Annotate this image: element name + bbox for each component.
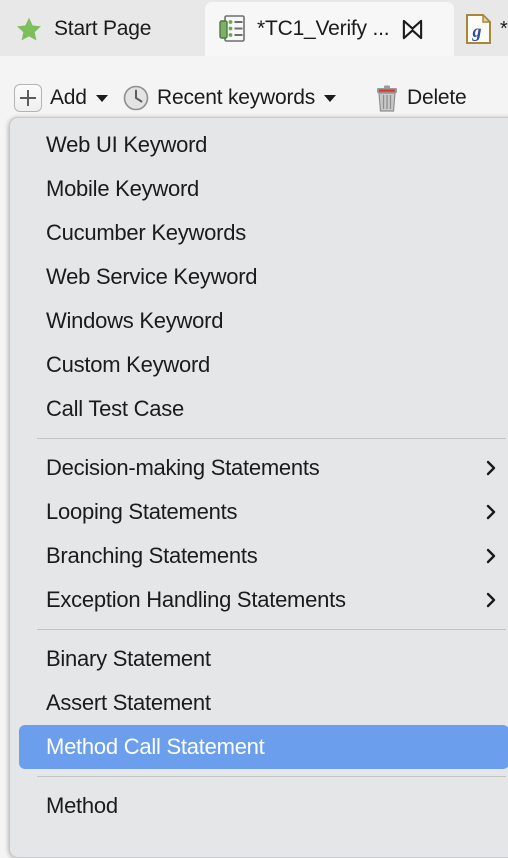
menu-item-call-test-case[interactable]: Call Test Case: [19, 387, 508, 431]
menu-item-method[interactable]: Method: [19, 784, 508, 828]
delete-button-label: Delete: [407, 86, 467, 109]
add-button-label: Add: [50, 86, 87, 109]
menu-item-label: Decision-making Statements: [46, 455, 320, 480]
add-dropdown-menu: Web UI Keyword Mobile Keyword Cucumber Key…: [9, 117, 508, 858]
menu-item-label: Method Call Statement: [46, 734, 265, 759]
trash-icon: [375, 85, 399, 112]
menu-item-label: Call Test Case: [46, 396, 184, 421]
application-window: Start Page *TC1_Verify ... g * Add Recen…: [0, 0, 508, 858]
menu-item-method-call-statement[interactable]: Method Call Statement: [19, 725, 508, 769]
menu-item-label: Cucumber Keywords: [46, 220, 246, 245]
tab-start-page-label: Start Page: [54, 17, 152, 40]
recent-keywords-label: Recent keywords: [157, 86, 316, 109]
tab-start-page[interactable]: Start Page: [0, 2, 205, 56]
close-icon[interactable]: [401, 18, 424, 41]
menu-item-web-service-keyword[interactable]: Web Service Keyword: [19, 255, 508, 299]
keyword-toolbar: Add Recent keywords Delete: [0, 56, 508, 167]
test-case-icon: [219, 15, 245, 43]
menu-item-mobile-keyword[interactable]: Mobile Keyword: [19, 167, 508, 211]
plus-icon: [14, 84, 42, 112]
delete-button[interactable]: Delete: [375, 81, 467, 115]
groovy-file-icon: g: [466, 13, 492, 44]
menu-item-label: Exception Handling Statements: [46, 587, 346, 612]
tab-test-case-tc1[interactable]: *TC1_Verify ...: [205, 2, 454, 56]
menu-item-decision-making-statements[interactable]: Decision-making Statements: [19, 446, 508, 490]
menu-item-cucumber-keywords[interactable]: Cucumber Keywords: [19, 211, 508, 255]
menu-item-label: Assert Statement: [46, 690, 211, 715]
menu-separator: [37, 438, 506, 439]
menu-separator: [37, 776, 506, 777]
tab-test-case-tc1-label: *TC1_Verify ...: [257, 17, 390, 40]
chevron-down-icon[interactable]: [324, 94, 337, 102]
menu-item-branching-statements[interactable]: Branching Statements: [19, 534, 508, 578]
menu-item-label: Branching Statements: [46, 543, 258, 568]
menu-item-label: Web Service Keyword: [46, 264, 258, 289]
menu-item-assert-statement[interactable]: Assert Statement: [19, 681, 508, 725]
menu-item-label: Mobile Keyword: [46, 176, 200, 201]
chevron-right-icon: [486, 592, 496, 608]
menu-item-windows-keyword[interactable]: Windows Keyword: [19, 299, 508, 343]
tab-groovy-file-label: *: [500, 17, 508, 40]
editor-tab-bar: Start Page *TC1_Verify ... g *: [0, 0, 508, 56]
chevron-down-icon[interactable]: [95, 94, 108, 102]
menu-item-label: Binary Statement: [46, 646, 211, 671]
menu-separator: [37, 629, 506, 630]
menu-item-binary-statement[interactable]: Binary Statement: [19, 637, 508, 681]
menu-item-label: Web UI Keyword: [46, 132, 208, 157]
chevron-right-icon: [486, 548, 496, 564]
menu-item-custom-keyword[interactable]: Custom Keyword: [19, 343, 508, 387]
star-icon: [16, 16, 42, 42]
svg-text:g: g: [472, 21, 482, 41]
menu-item-label: Windows Keyword: [46, 308, 224, 333]
menu-item-label: Looping Statements: [46, 499, 238, 524]
menu-item-exception-handling-statements[interactable]: Exception Handling Statements: [19, 578, 508, 622]
menu-item-looping-statements[interactable]: Looping Statements: [19, 490, 508, 534]
chevron-right-icon: [486, 504, 496, 520]
chevron-right-icon: [486, 460, 496, 476]
menu-item-label: Custom Keyword: [46, 352, 211, 377]
tab-groovy-file[interactable]: g *: [454, 2, 508, 56]
add-button[interactable]: Add: [14, 81, 108, 115]
clock-icon: [123, 85, 149, 111]
menu-item-label: Method: [46, 793, 118, 818]
menu-item-web-ui-keyword[interactable]: Web UI Keyword: [19, 123, 508, 167]
recent-keywords-button[interactable]: Recent keywords: [123, 81, 337, 115]
